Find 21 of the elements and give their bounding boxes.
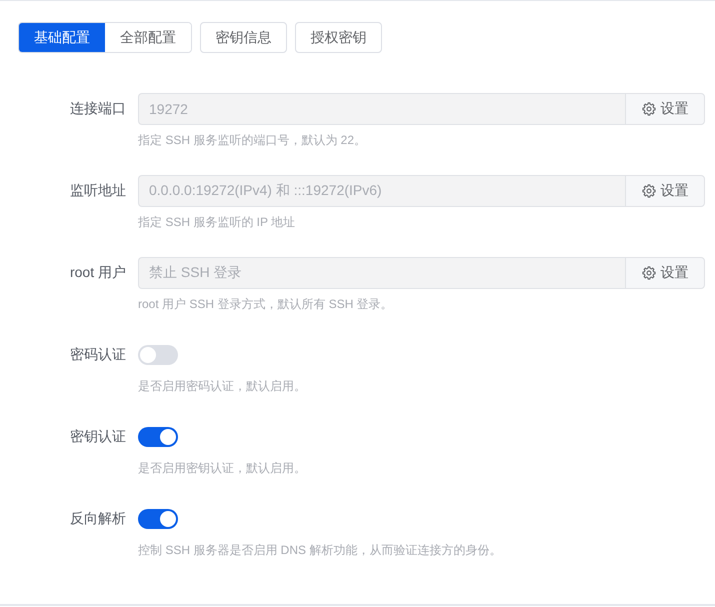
field-label: 连接端口	[69, 100, 126, 118]
segment-tab[interactable]: 基础配置	[19, 23, 105, 52]
toolbar-button[interactable]: 授权密钥	[295, 22, 382, 53]
help-text: root 用户 SSH 登录方式，默认所有 SSH 登录。	[138, 297, 393, 311]
settings-icon	[642, 266, 656, 280]
field-label: root 用户	[68, 264, 126, 282]
settings-icon	[642, 102, 656, 116]
toggle-switch[interactable]	[138, 345, 178, 365]
help-text: 控制 SSH 服务器是否启用 DNS 解析功能，从而验证连接方的身份。	[138, 543, 502, 557]
toolbar-button[interactable]: 密钥信息	[200, 22, 287, 53]
toggle-switch[interactable]	[138, 427, 178, 447]
settings-icon	[642, 184, 656, 198]
field-label: 反向解析	[69, 510, 126, 528]
help-text: 是否启用密钥认证，默认启用。	[138, 461, 306, 475]
help-text: 是否启用密码认证，默认启用。	[138, 379, 306, 393]
field-label: 监听地址	[69, 182, 126, 200]
field-label: 密钥认证	[69, 428, 126, 446]
field-label: 密码认证	[69, 346, 126, 364]
toggle-switch[interactable]	[138, 509, 178, 529]
help-text: 指定 SSH 服务监听的端口号，默认为 22。	[138, 133, 366, 147]
help-text: 指定 SSH 服务监听的 IP 地址	[138, 215, 296, 229]
